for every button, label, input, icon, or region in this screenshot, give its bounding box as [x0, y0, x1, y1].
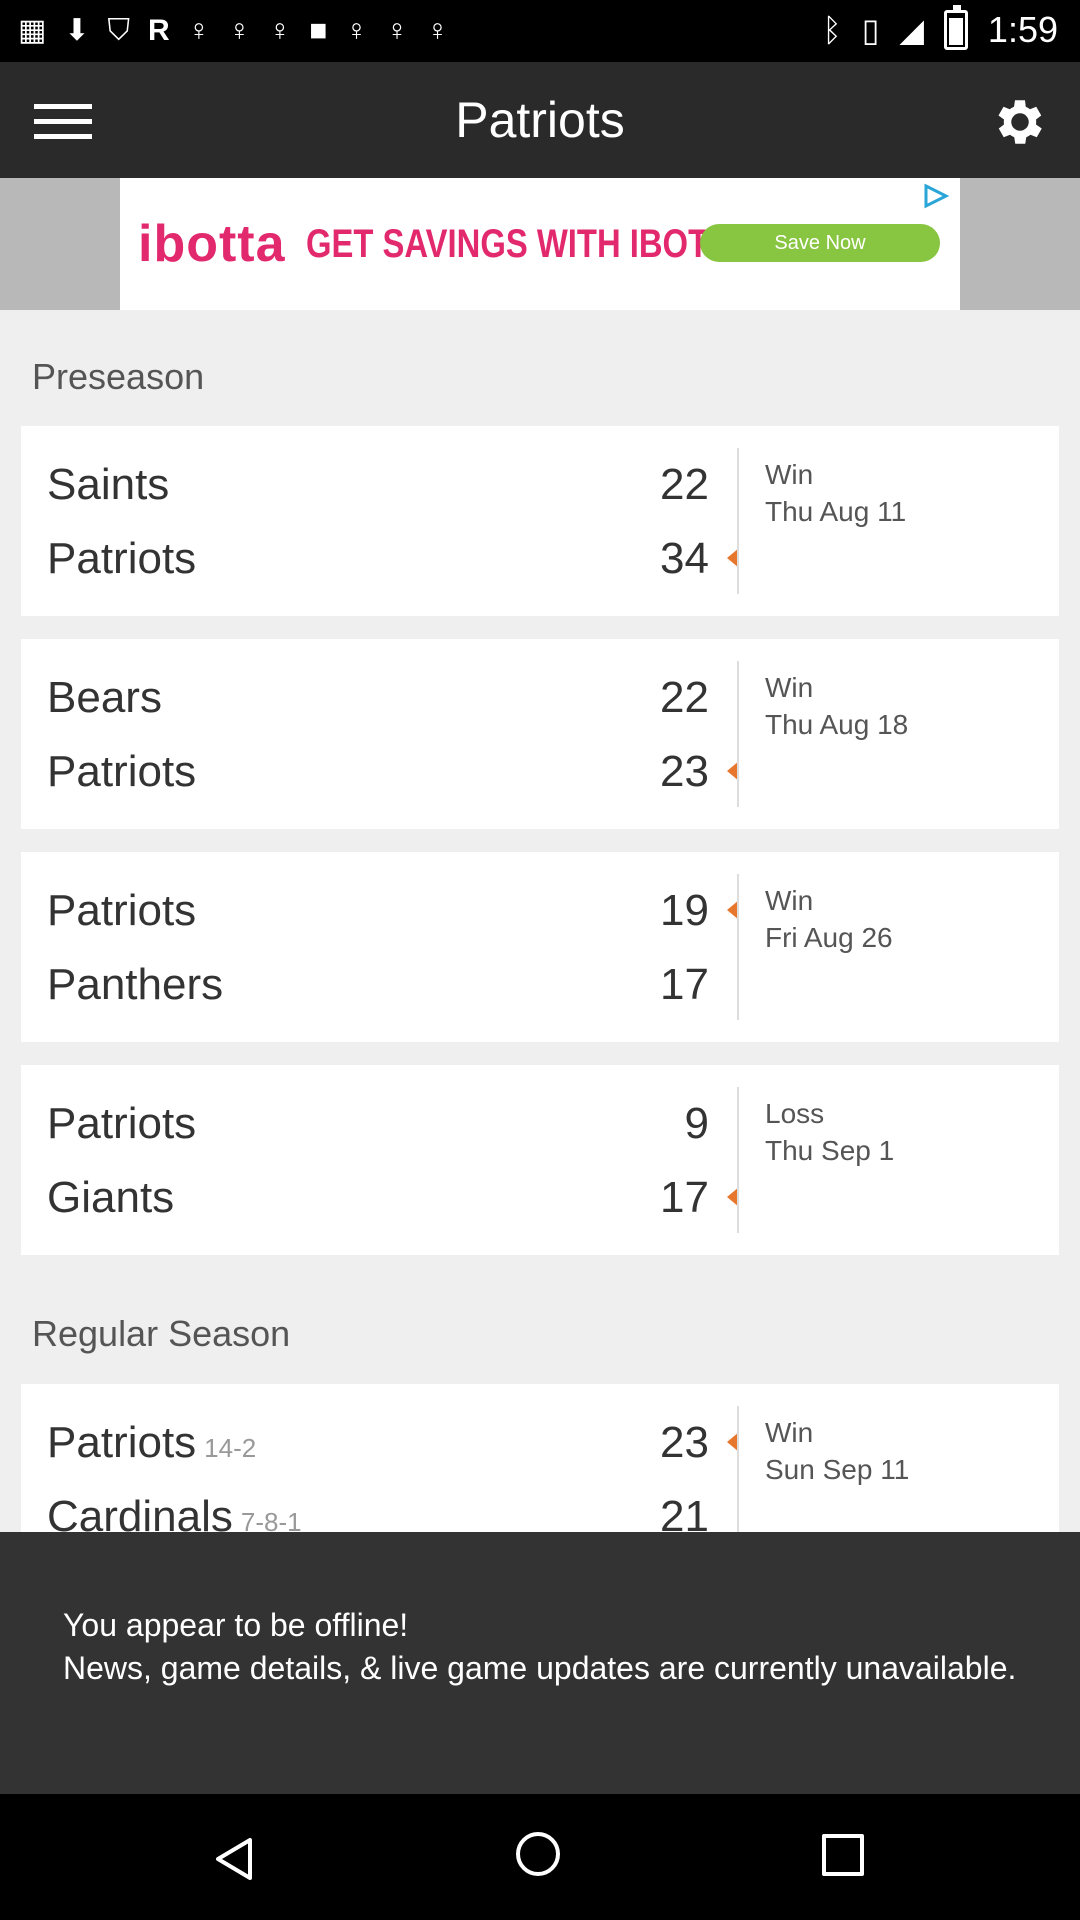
team-name: Patriots	[47, 1099, 197, 1148]
status-bar: ▦ ⬇ ⛉ R ♀ ♀ ♀ ■ ♀ ♀ ♀ ᛒ ▯ ◢ 1:59	[0, 0, 1080, 62]
result-label: Loss	[765, 1098, 825, 1129]
game-card[interactable]: Bears 22 Patriots 23 Win Thu Aug 18	[21, 639, 1059, 829]
recent-apps-icon[interactable]	[822, 1834, 864, 1876]
square-icon: ■	[309, 14, 328, 47]
team-name: Patriots	[47, 534, 197, 583]
home-icon[interactable]	[516, 1832, 560, 1876]
ad-banner-container: ibotta GET SAVINGS WITH IBOTTA Save Now	[0, 178, 1080, 310]
game-result: Win Thu Aug 11	[765, 456, 906, 530]
section-label-regular-season: Regular Season	[32, 1313, 291, 1354]
vibrate-icon: ▯	[861, 12, 880, 48]
ad-banner[interactable]: ibotta GET SAVINGS WITH IBOTTA Save Now	[120, 178, 960, 310]
game-card[interactable]: Patriots 19 Panthers 17 Win Fri Aug 26	[21, 852, 1059, 1042]
settings-icon[interactable]	[990, 92, 1050, 152]
divider	[737, 1406, 739, 1552]
shield-icon: ⛉	[107, 14, 131, 47]
team-name: Bears	[47, 673, 162, 722]
result-label: Win	[765, 672, 814, 703]
bulb-icon: ♀	[385, 14, 409, 47]
ad-text: GET SAVINGS WITH IBOTTA	[305, 221, 749, 266]
offline-detail: News, game details, & live game updates …	[63, 1650, 1017, 1686]
offline-title: You appear to be offline!	[63, 1607, 409, 1643]
bulb-icon: ♀	[345, 14, 368, 47]
team-score: 17	[660, 960, 709, 1009]
r-icon: R	[148, 14, 170, 47]
bulb-icon: ♀	[187, 14, 211, 47]
divider	[737, 661, 739, 807]
team-score: 34	[660, 534, 709, 583]
result-label: Win	[765, 459, 814, 490]
divider	[737, 874, 739, 1020]
bulb-icon: ♀	[268, 14, 292, 47]
signal-icon: ◢	[899, 12, 924, 48]
section-label-preseason: Preseason	[32, 356, 205, 397]
divider	[737, 1087, 739, 1233]
menu-grid-icon: ▦	[18, 14, 47, 47]
game-result: Loss Thu Sep 1	[765, 1095, 894, 1169]
team-score: 19	[660, 886, 709, 935]
system-icons: ᛒ ▯ ◢ 1:59	[822, 5, 1058, 52]
game-result: Win Thu Aug 18	[765, 669, 908, 743]
bulb-icon: ♀	[228, 14, 251, 47]
back-icon[interactable]	[210, 1834, 260, 1884]
team-score: 22	[660, 460, 709, 509]
team-name: Patriots	[47, 886, 197, 935]
notification-icons: ▦ ⬇ ⛉ R ♀ ♀ ♀ ■ ♀ ♀ ♀	[18, 10, 449, 52]
team-name: Patriots	[47, 747, 197, 796]
team-name: Panthers	[47, 960, 224, 1009]
game-date: Sun Sep 11	[765, 1454, 910, 1485]
app-bar: Patriots	[0, 62, 1080, 178]
team-record: 14-2	[204, 1433, 257, 1463]
ad-choices-icon[interactable]	[920, 182, 952, 210]
bulb-icon: ♀	[426, 14, 449, 47]
result-label: Win	[765, 1417, 814, 1448]
navigation-bar	[0, 1794, 1080, 1920]
ad-brand: ibotta	[138, 215, 286, 273]
team-score: 17	[660, 1173, 709, 1222]
result-label: Win	[765, 885, 814, 916]
team-score: 23	[660, 747, 709, 796]
team-score: 9	[684, 1099, 709, 1148]
team-name: Saints	[47, 460, 170, 509]
offline-message: You appear to be offline! News, game det…	[63, 1604, 1023, 1690]
status-time: 1:59	[987, 9, 1058, 50]
offline-banner: You appear to be offline! News, game det…	[0, 1532, 1080, 1794]
game-card[interactable]: Saints 22 Patriots 34 Win Thu Aug 11	[21, 426, 1059, 616]
download-icon: ⬇	[64, 14, 90, 47]
divider	[737, 448, 739, 594]
game-date: Fri Aug 26	[765, 922, 893, 953]
game-date: Thu Sep 1	[765, 1135, 895, 1166]
page-title: Patriots	[455, 92, 625, 148]
game-result: Win Sun Sep 11	[765, 1414, 909, 1488]
ad-save-button[interactable]: Save Now	[700, 224, 940, 262]
bluetooth-icon: ᛒ	[822, 12, 842, 48]
team-name: Giants	[47, 1173, 175, 1222]
game-date: Thu Aug 18	[765, 709, 909, 740]
game-date: Thu Aug 11	[765, 496, 907, 527]
team-score: 22	[660, 673, 709, 722]
team-name: Patriots 14-2	[47, 1418, 256, 1468]
team-name-text: Patriots	[47, 1418, 197, 1467]
game-result: Win Fri Aug 26	[765, 882, 893, 956]
team-score: 23	[660, 1418, 709, 1467]
game-card[interactable]: Patriots 9 Giants 17 Loss Thu Sep 1	[21, 1065, 1059, 1255]
battery-icon	[943, 5, 968, 50]
